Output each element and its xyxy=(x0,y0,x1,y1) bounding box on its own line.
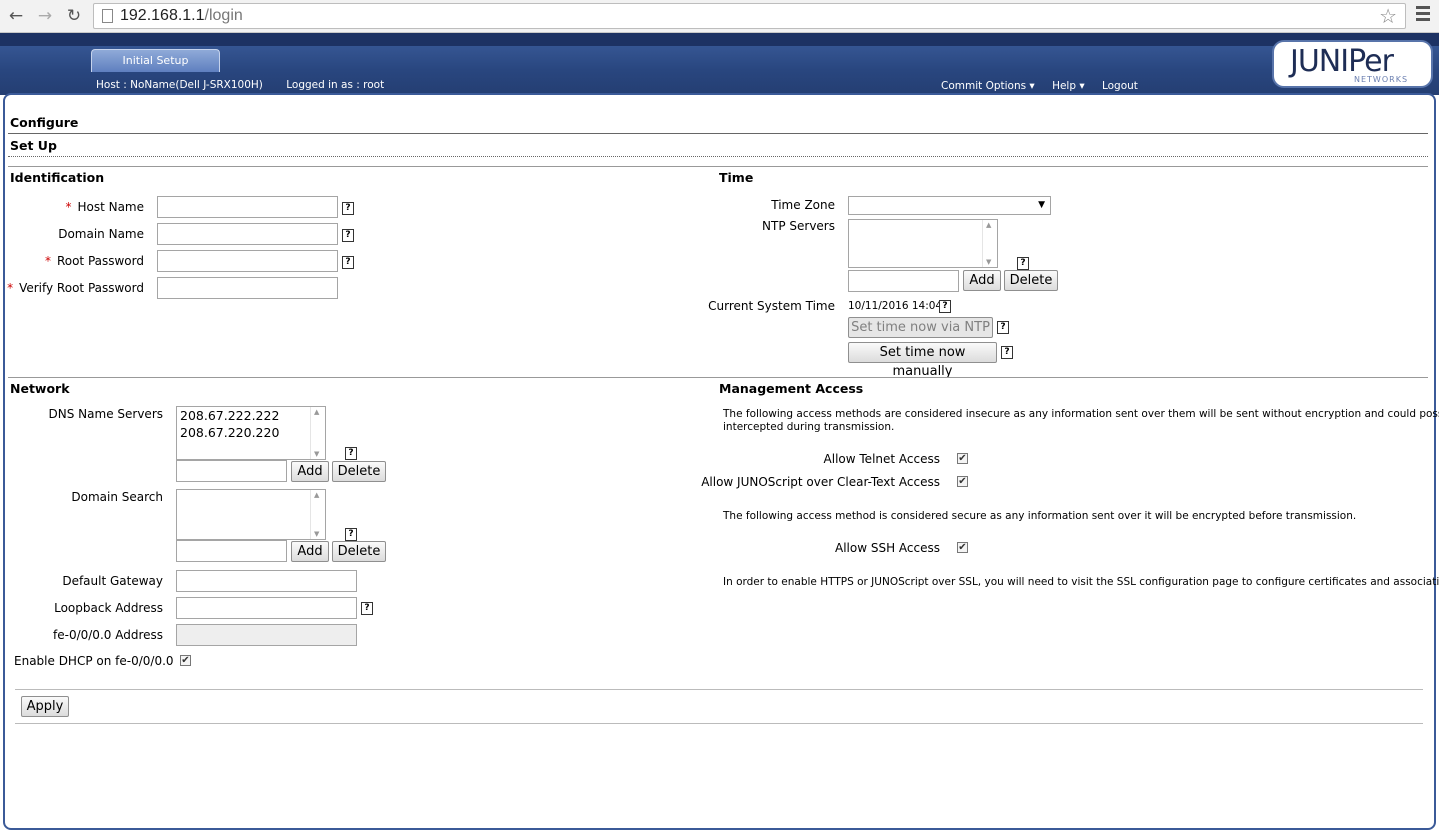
logo-sub: NETWORKS xyxy=(1354,75,1409,84)
divider xyxy=(15,689,1423,690)
header-stripe xyxy=(0,33,1439,46)
ssh-checkbox[interactable]: ✔ xyxy=(957,542,968,553)
secure-note: The following access method is considere… xyxy=(723,510,1357,522)
divider xyxy=(8,377,1428,378)
dns-list-scrollbar[interactable] xyxy=(310,407,325,459)
bookmark-star-icon[interactable]: ☆ xyxy=(1379,4,1397,28)
apply-button[interactable]: Apply xyxy=(21,696,69,717)
browser-toolbar: ← → ↻ 192.168.1.1/login ☆ xyxy=(0,0,1439,33)
domain-search-delete-button[interactable]: Delete xyxy=(332,541,386,562)
setup-heading: Set Up xyxy=(10,138,57,153)
host-name-text: Host : NoName(Dell J-SRX100H) xyxy=(96,79,263,91)
tab-initial-setup[interactable]: Initial Setup xyxy=(91,49,220,72)
ntp-add-button[interactable]: Add xyxy=(963,270,1001,291)
dns-servers-label: DNS Name Servers xyxy=(48,407,163,421)
back-icon[interactable]: ← xyxy=(5,5,27,27)
page-icon xyxy=(102,9,113,23)
enable-dhcp-checkbox[interactable]: ✔ xyxy=(180,655,191,666)
ntp-servers-list[interactable] xyxy=(848,219,998,268)
default-gateway-input[interactable] xyxy=(176,570,357,592)
reload-icon[interactable]: ↻ xyxy=(63,5,85,27)
current-system-time-value: 10/11/2016 14:04 xyxy=(848,300,943,312)
insecure-note-line2: intercepted during transmission. xyxy=(723,421,895,433)
dns-servers-list[interactable]: 208.67.222.222 208.67.220.220 xyxy=(176,406,326,460)
logged-in-text: Logged in as : root xyxy=(286,79,385,91)
browser-menu-icon[interactable] xyxy=(1416,6,1430,24)
ntp-servers-label: NTP Servers xyxy=(762,219,835,233)
commit-options-menu[interactable]: Commit Options ▾ xyxy=(941,80,1035,92)
divider xyxy=(8,156,1428,157)
divider xyxy=(15,723,1423,724)
url-text: 192.168.1.1/login xyxy=(120,7,243,24)
logo-word: JUNIPer xyxy=(1290,44,1394,79)
host-info: Host : NoName(Dell J-SRX100H) Logged in … xyxy=(96,79,404,91)
time-heading: Time xyxy=(719,170,754,185)
ntp-server-input[interactable] xyxy=(848,270,959,292)
ntp-help-icon[interactable]: ? xyxy=(1017,257,1029,270)
ntp-list-scrollbar[interactable] xyxy=(982,220,997,267)
host-name-label: * Host Name xyxy=(65,200,144,214)
enable-dhcp-label: Enable DHCP on fe-0/0/0.0 xyxy=(14,654,174,668)
loopback-address-input[interactable] xyxy=(176,597,357,619)
dns-server-item[interactable]: 208.67.220.220 xyxy=(177,424,325,441)
dns-server-item[interactable]: 208.67.222.222 xyxy=(177,407,325,424)
top-menu: Commit Options ▾ Help ▾ Logout xyxy=(941,80,1152,92)
set-ntp-help-icon[interactable]: ? xyxy=(997,321,1009,334)
juniper-logo: JUNIPer NETWORKS xyxy=(1272,40,1433,88)
dns-help-icon[interactable]: ? xyxy=(345,447,357,460)
logout-link[interactable]: Logout xyxy=(1102,80,1138,92)
ntp-delete-button[interactable]: Delete xyxy=(1004,270,1058,291)
ssl-note: In order to enable HTTPS or JUNOScript o… xyxy=(723,576,1439,588)
verify-root-password-input[interactable] xyxy=(157,277,338,299)
domain-name-input[interactable] xyxy=(157,223,338,245)
divider xyxy=(8,166,1428,167)
host-name-input[interactable] xyxy=(157,196,338,218)
help-menu[interactable]: Help ▾ xyxy=(1052,80,1085,92)
current-system-time-label: Current System Time xyxy=(708,299,835,313)
domain-name-help-icon[interactable]: ? xyxy=(342,229,354,242)
loopback-address-label: Loopback Address xyxy=(54,601,163,615)
forward-icon[interactable]: → xyxy=(34,5,56,27)
fe-address-input xyxy=(176,624,357,646)
management-access-heading: Management Access xyxy=(719,381,864,396)
domain-search-add-button[interactable]: Add xyxy=(291,541,329,562)
root-password-label: * Root Password xyxy=(44,254,144,268)
loopback-help-icon[interactable]: ? xyxy=(361,602,373,615)
network-heading: Network xyxy=(10,381,70,396)
fe-address-label: fe-0/0/0.0 Address xyxy=(53,628,163,642)
set-time-ntp-button[interactable]: Set time now via NTP xyxy=(848,317,993,338)
set-time-manually-button[interactable]: Set time now manually xyxy=(848,342,997,379)
telnet-checkbox[interactable]: ✔ xyxy=(957,453,968,464)
configure-heading: Configure xyxy=(10,115,79,130)
insecure-note: The following access methods are conside… xyxy=(723,408,1439,420)
telnet-label: Allow Telnet Access xyxy=(823,452,940,466)
domain-search-scrollbar[interactable] xyxy=(310,490,325,539)
app-header: Initial Setup Host : NoName(Dell J-SRX10… xyxy=(0,33,1439,95)
ssh-label: Allow SSH Access xyxy=(835,541,940,555)
root-password-help-icon[interactable]: ? xyxy=(342,256,354,269)
junoscript-label: Allow JUNOScript over Clear-Text Access xyxy=(701,475,940,489)
domain-search-list[interactable] xyxy=(176,489,326,540)
system-time-help-icon[interactable]: ? xyxy=(939,300,951,313)
domain-name-label: Domain Name xyxy=(58,227,144,241)
identification-heading: Identification xyxy=(10,170,105,185)
time-zone-select[interactable] xyxy=(848,196,1051,215)
dns-delete-button[interactable]: Delete xyxy=(332,461,386,482)
time-zone-label: Time Zone xyxy=(771,198,835,212)
dns-add-button[interactable]: Add xyxy=(291,461,329,482)
address-bar[interactable]: 192.168.1.1/login ☆ xyxy=(93,3,1406,29)
domain-search-label: Domain Search xyxy=(71,490,163,504)
root-password-input[interactable] xyxy=(157,250,338,272)
divider xyxy=(8,133,1428,134)
host-name-help-icon[interactable]: ? xyxy=(342,202,354,215)
default-gateway-label: Default Gateway xyxy=(62,574,163,588)
junoscript-checkbox[interactable]: ✔ xyxy=(957,476,968,487)
domain-search-input[interactable] xyxy=(176,540,287,562)
set-manual-help-icon[interactable]: ? xyxy=(1001,346,1013,359)
domain-search-help-icon[interactable]: ? xyxy=(345,528,357,541)
verify-root-password-label: * Verify Root Password xyxy=(7,281,144,295)
dns-server-input[interactable] xyxy=(176,460,287,482)
